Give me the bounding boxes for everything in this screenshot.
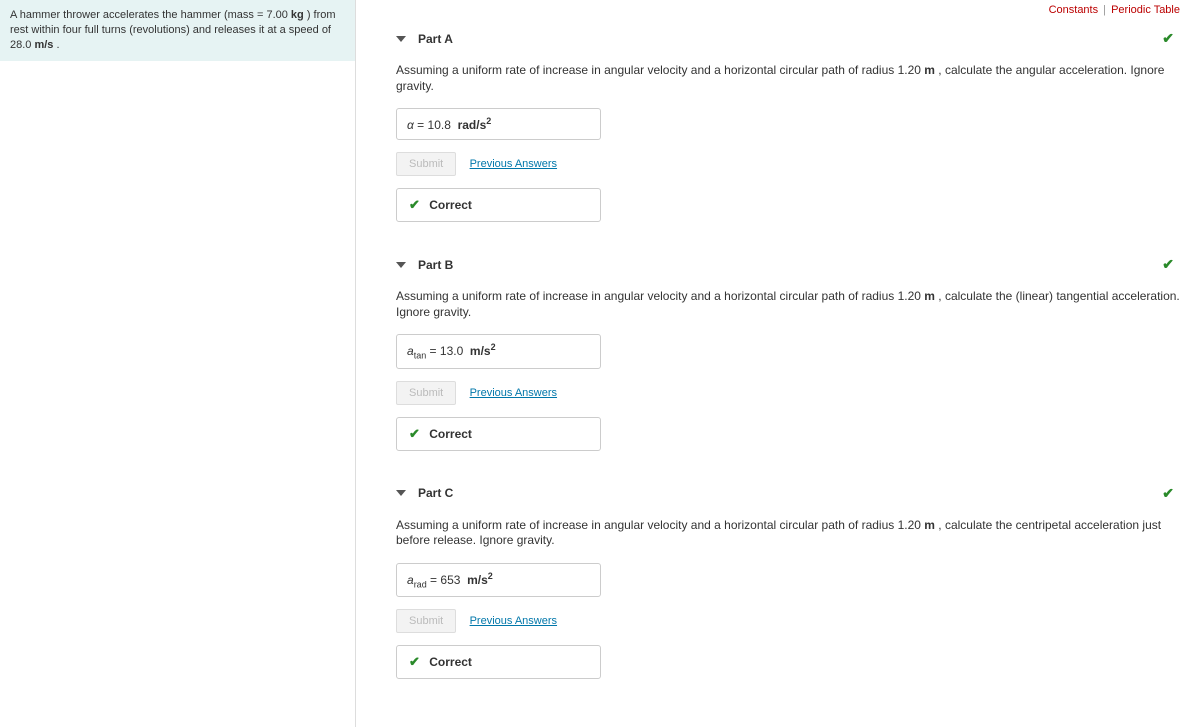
part-c: Part C ✔ Assuming a uniform rate of incr… xyxy=(396,479,1180,680)
previous-answers-link[interactable]: Previous Answers xyxy=(470,158,557,170)
check-icon: ✔ xyxy=(1162,256,1180,273)
correct-feedback: ✔ Correct xyxy=(396,417,601,451)
check-icon: ✔ xyxy=(409,426,420,441)
part-c-answer: arad = 653 m/s2 xyxy=(396,563,601,597)
check-icon: ✔ xyxy=(1162,485,1180,502)
separator: | xyxy=(1103,4,1106,16)
check-icon: ✔ xyxy=(1162,30,1180,47)
caret-down-icon xyxy=(396,262,406,268)
part-b-prompt: Assuming a uniform rate of increase in a… xyxy=(396,289,1180,320)
submit-button: Submit xyxy=(396,609,456,633)
top-links: Constants | Periodic Table xyxy=(356,0,1180,24)
problem-statement: A hammer thrower accelerates the hammer … xyxy=(0,0,355,61)
check-icon: ✔ xyxy=(409,197,420,212)
part-b-header[interactable]: Part B ✔ xyxy=(396,250,1180,279)
submit-button: Submit xyxy=(396,152,456,176)
previous-answers-link[interactable]: Previous Answers xyxy=(470,615,557,627)
correct-feedback: ✔ Correct xyxy=(396,188,601,222)
part-a-title: Part A xyxy=(418,32,453,46)
part-b-title: Part B xyxy=(418,258,453,272)
check-icon: ✔ xyxy=(409,654,420,669)
caret-down-icon xyxy=(396,490,406,496)
previous-answers-link[interactable]: Previous Answers xyxy=(470,387,557,399)
part-a: Part A ✔ Assuming a uniform rate of incr… xyxy=(396,24,1180,222)
part-c-title: Part C xyxy=(418,486,453,500)
part-a-header[interactable]: Part A ✔ xyxy=(396,24,1180,53)
constants-link[interactable]: Constants xyxy=(1049,4,1099,16)
part-a-answer: α = 10.8 rad/s2 xyxy=(396,108,601,140)
part-b: Part B ✔ Assuming a uniform rate of incr… xyxy=(396,250,1180,451)
correct-feedback: ✔ Correct xyxy=(396,645,601,679)
part-a-prompt: Assuming a uniform rate of increase in a… xyxy=(396,63,1180,94)
part-c-prompt: Assuming a uniform rate of increase in a… xyxy=(396,518,1180,549)
part-b-answer: atan = 13.0 m/s2 xyxy=(396,334,601,368)
part-c-header[interactable]: Part C ✔ xyxy=(396,479,1180,508)
submit-button: Submit xyxy=(396,381,456,405)
periodic-table-link[interactable]: Periodic Table xyxy=(1111,4,1180,16)
caret-down-icon xyxy=(396,36,406,42)
